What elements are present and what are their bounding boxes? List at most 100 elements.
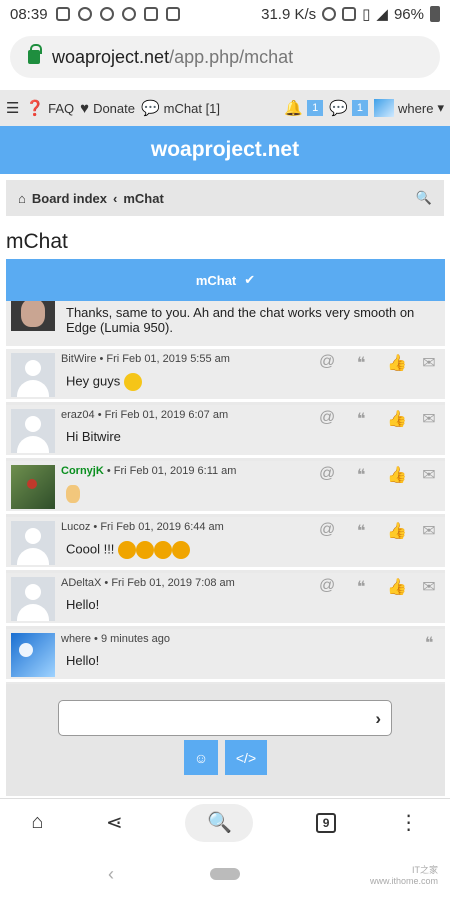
more-options-icon[interactable]: ⋮ — [399, 810, 419, 835]
smile-icon: ☺ — [193, 749, 209, 766]
message-input[interactable]: › — [58, 700, 392, 736]
author-name[interactable]: ADeltaX — [61, 577, 101, 589]
quote-icon[interactable]: ❝ — [353, 465, 369, 485]
message-text-line: Thanks, same to you. Ah and the chat wor… — [66, 305, 415, 320]
share-icon[interactable]: ⋖ — [106, 810, 123, 835]
message-meta: ADeltaX • Fri Feb 01, 2019 7:08 am — [61, 577, 235, 589]
like-icon[interactable]: 👍 — [387, 409, 407, 429]
user-menu[interactable]: where ▾ — [374, 99, 444, 117]
avatar[interactable] — [11, 409, 55, 453]
message-meta: Lucoz • Fri Feb 01, 2019 6:44 am — [61, 521, 224, 533]
message-time: 9 minutes ago — [100, 633, 171, 645]
envelope-icon[interactable]: ✉ — [421, 521, 437, 541]
message-meta: CornyjK • Fri Feb 01, 2019 6:11 am — [61, 465, 237, 477]
message-time: Fri Feb 01, 2019 6:44 am — [100, 521, 224, 533]
like-icon[interactable]: 👍 — [387, 465, 407, 485]
telegram-icon — [121, 7, 136, 21]
like-icon[interactable]: 👍 — [387, 353, 407, 373]
address-bar[interactable]: woaproject.net /app.php/mchat — [10, 36, 440, 78]
bbcode-button[interactable]: </> — [225, 740, 267, 775]
faq-link[interactable]: ❓ FAQ — [25, 99, 74, 117]
app-icon — [143, 7, 158, 21]
message-body: Hey guys — [66, 373, 121, 389]
home-icon[interactable]: ⌂ — [31, 811, 43, 834]
android-nav-bar: ‹ IT之家 www.ithome.com — [0, 848, 450, 900]
search-icon[interactable]: 🔍 — [416, 190, 432, 206]
message-actions: @ ❝ 👍 ✉ — [319, 521, 437, 541]
author-name[interactable]: where — [61, 633, 91, 645]
mention-icon[interactable]: @ — [319, 353, 335, 373]
search-button[interactable]: 🔍 — [185, 803, 254, 842]
avatar[interactable] — [11, 465, 55, 509]
author-name[interactable]: Lucoz — [61, 521, 90, 533]
lock-icon — [28, 44, 42, 64]
vibrate-icon: ▯ — [362, 6, 371, 23]
astonished-emoji-icon — [136, 541, 155, 559]
avatar[interactable] — [11, 633, 55, 677]
compose-area: › ☺ </> — [6, 684, 445, 796]
news-icon — [55, 7, 70, 21]
envelope-icon[interactable]: ✉ — [421, 409, 437, 429]
code-icon: </> — [235, 749, 257, 766]
envelope-icon[interactable]: ✉ — [421, 353, 437, 373]
message-actions: @ ❝ 👍 ✉ — [319, 465, 437, 485]
status-time: 08:39 — [10, 5, 48, 23]
avatar[interactable] — [11, 301, 55, 331]
message-time: Fri Feb 01, 2019 7:08 am — [111, 577, 235, 589]
mention-icon[interactable]: @ — [319, 409, 335, 429]
message-text: Coool !!! — [66, 541, 191, 559]
home-pill[interactable] — [210, 868, 240, 880]
avatar[interactable] — [11, 521, 55, 565]
url-host: woaproject.net — [52, 46, 170, 67]
mention-icon[interactable]: @ — [319, 577, 335, 597]
chat-icon: 💬 — [140, 100, 160, 117]
message-text: Hi Bitwire — [66, 429, 121, 444]
quote-icon[interactable]: ❝ — [353, 409, 369, 429]
avatar[interactable] — [11, 577, 55, 621]
faq-label: FAQ — [48, 100, 75, 116]
back-icon[interactable]: ‹ — [108, 864, 114, 885]
envelope-icon[interactable]: ✉ — [421, 577, 437, 597]
avatar[interactable] — [11, 353, 55, 397]
breadcrumb-current[interactable]: mChat — [123, 191, 163, 206]
notifications-button[interactable]: 🔔 1 — [284, 99, 324, 117]
donate-link[interactable]: ♥ Donate — [80, 100, 135, 117]
mchat-header-label: mChat — [195, 272, 237, 288]
quote-icon[interactable]: ❝ — [421, 633, 437, 653]
site-banner[interactable]: woaproject.net — [0, 126, 450, 174]
ok-hand-emoji-icon — [66, 485, 80, 503]
private-messages-button[interactable]: 💬 1 — [329, 99, 369, 117]
list-item: eraz04 • Fri Feb 01, 2019 6:07 am Hi Bit… — [6, 405, 445, 458]
mchat-label: mChat [1] — [163, 100, 221, 116]
mchat-link[interactable]: 💬 mChat [1] — [141, 99, 220, 117]
quote-icon[interactable]: ❝ — [353, 521, 369, 541]
list-item: where • 9 minutes ago Hello! ❝ — [6, 629, 445, 682]
like-icon[interactable]: 👍 — [387, 577, 407, 597]
tab-switcher[interactable]: 9 — [316, 812, 337, 833]
smilies-button[interactable]: ☺ — [184, 740, 218, 775]
grin-emoji-icon — [123, 373, 142, 391]
quote-icon[interactable]: ❝ — [353, 353, 369, 373]
battery-text: 96% — [393, 5, 424, 23]
author-name[interactable]: BitWire — [61, 353, 96, 365]
signal-icon: ◢ — [376, 6, 388, 23]
astonished-emoji-icon — [172, 541, 191, 559]
message-time: Fri Feb 01, 2019 6:07 am — [104, 409, 229, 421]
like-icon[interactable]: 👍 — [387, 521, 407, 541]
mention-icon[interactable]: @ — [319, 521, 335, 541]
menu-icon[interactable]: ☰ — [6, 99, 19, 117]
page-title: mChat — [6, 230, 68, 253]
list-item: ADeltaX • Fri Feb 01, 2019 7:08 am Hello… — [6, 573, 445, 626]
envelope-icon[interactable]: ✉ — [421, 465, 437, 485]
breadcrumb: ⌂ Board index ‹ mChat 🔍 — [6, 180, 444, 216]
mention-icon[interactable]: @ — [319, 465, 335, 485]
message-text: Hey guys — [66, 373, 142, 391]
caret-down-icon: ▾ — [437, 100, 444, 115]
author-name[interactable]: eraz04 — [61, 409, 95, 421]
send-chevron-icon[interactable]: › — [375, 709, 381, 729]
quote-icon[interactable]: ❝ — [353, 577, 369, 597]
notifications-badge: 1 — [307, 100, 324, 116]
chat-messages[interactable]: Thanks, same to you. Ah and the chat wor… — [6, 301, 445, 684]
author-name[interactable]: CornyjK — [61, 465, 104, 477]
breadcrumb-board-index[interactable]: Board index — [32, 191, 107, 206]
